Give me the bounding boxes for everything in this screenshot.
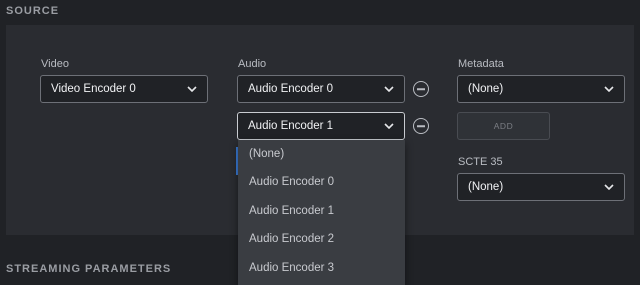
source-section-title: SOURCE [6, 5, 60, 17]
audio-encoder-select-0[interactable]: Audio Encoder 0 [237, 75, 405, 103]
dropdown-option-none[interactable]: (None) [238, 140, 405, 168]
chevron-down-icon [384, 86, 394, 92]
streaming-parameters-title: STREAMING PARAMETERS [6, 263, 172, 275]
chevron-down-icon [604, 184, 614, 190]
chevron-down-icon [604, 86, 614, 92]
dropdown-option-audio-encoder-0[interactable]: Audio Encoder 0 [238, 168, 405, 196]
audio-encoder-value-0: Audio Encoder 0 [248, 83, 334, 95]
video-encoder-select[interactable]: Video Encoder 0 [40, 75, 208, 103]
audio-label: Audio [238, 58, 267, 70]
dropdown-option-audio-encoder-2[interactable]: Audio Encoder 2 [238, 225, 405, 253]
add-metadata-button[interactable]: ADD [457, 112, 550, 140]
scte35-value: (None) [468, 181, 504, 193]
remove-audio-1-button[interactable] [413, 118, 429, 134]
video-label: Video [41, 58, 69, 70]
metadata-select[interactable]: (None) [457, 75, 625, 103]
scte35-select[interactable]: (None) [457, 173, 625, 201]
audio-encoder-select-1[interactable]: Audio Encoder 1 [237, 112, 405, 140]
dropdown-option-audio-encoder-3[interactable]: Audio Encoder 3 [238, 254, 405, 282]
video-encoder-value: Video Encoder 0 [51, 83, 136, 95]
metadata-value: (None) [468, 83, 504, 95]
chevron-down-icon [384, 123, 394, 129]
audio-encoder-dropdown-list: (None) Audio Encoder 0 Audio Encoder 1 A… [238, 140, 405, 285]
metadata-label: Metadata [458, 58, 504, 70]
chevron-down-icon [187, 86, 197, 92]
audio-encoder-value-1: Audio Encoder 1 [248, 120, 334, 132]
scte35-label: SCTE 35 [458, 156, 503, 168]
remove-audio-0-button[interactable] [413, 81, 429, 97]
dropdown-option-audio-encoder-1[interactable]: Audio Encoder 1 [238, 197, 405, 225]
